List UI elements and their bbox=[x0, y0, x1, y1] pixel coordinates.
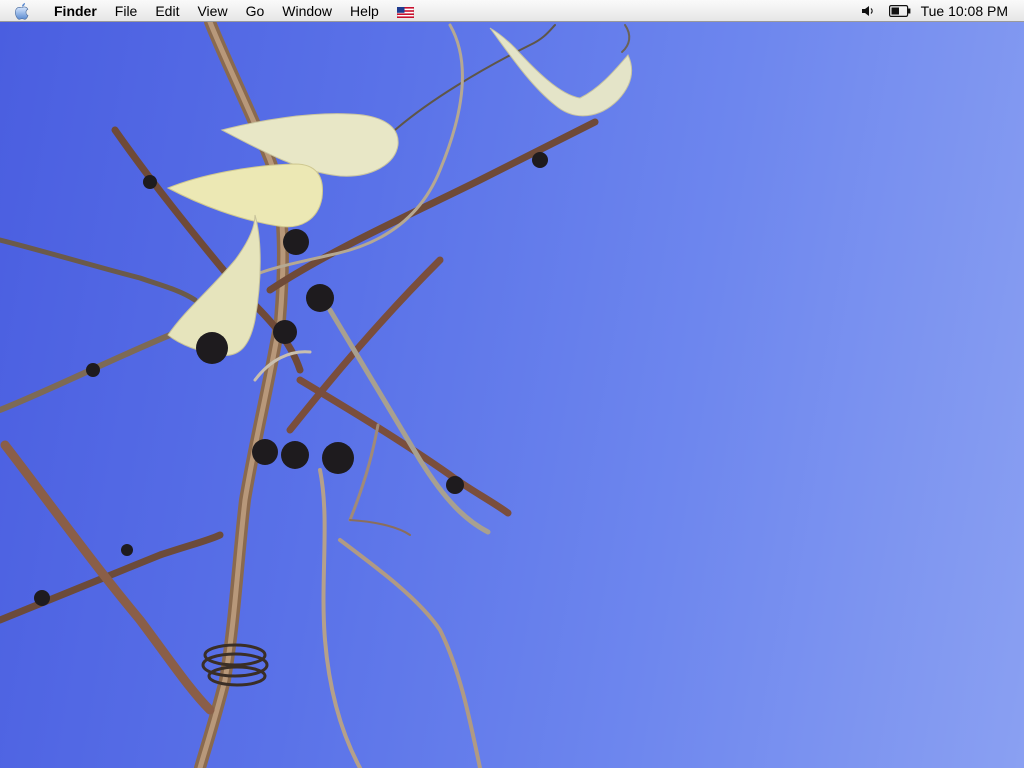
menu-bar-right: Tue 10:08 PM bbox=[861, 0, 1024, 22]
apple-logo-icon[interactable] bbox=[14, 0, 40, 22]
menu-bar-left: Finder File Edit View Go Window Help bbox=[0, 0, 415, 22]
menu-clock[interactable]: Tue 10:08 PM bbox=[921, 0, 1008, 22]
menu-go[interactable]: Go bbox=[237, 0, 274, 22]
desktop-wallpaper bbox=[0, 16, 633, 768]
desktop[interactable]: Finder File Edit View Go Window Help Tue… bbox=[0, 0, 1024, 768]
menu-help[interactable]: Help bbox=[341, 0, 388, 22]
menu-file[interactable]: File bbox=[106, 0, 147, 22]
speaker-icon[interactable] bbox=[861, 0, 875, 22]
menu-view[interactable]: View bbox=[188, 0, 236, 22]
menu-edit[interactable]: Edit bbox=[146, 0, 188, 22]
battery-icon[interactable] bbox=[888, 0, 911, 22]
menu-bar: Finder File Edit View Go Window Help Tue… bbox=[0, 0, 1024, 22]
menu-window[interactable]: Window bbox=[273, 0, 341, 22]
us-flag-icon[interactable] bbox=[396, 5, 415, 19]
menu-app-name[interactable]: Finder bbox=[54, 0, 106, 22]
